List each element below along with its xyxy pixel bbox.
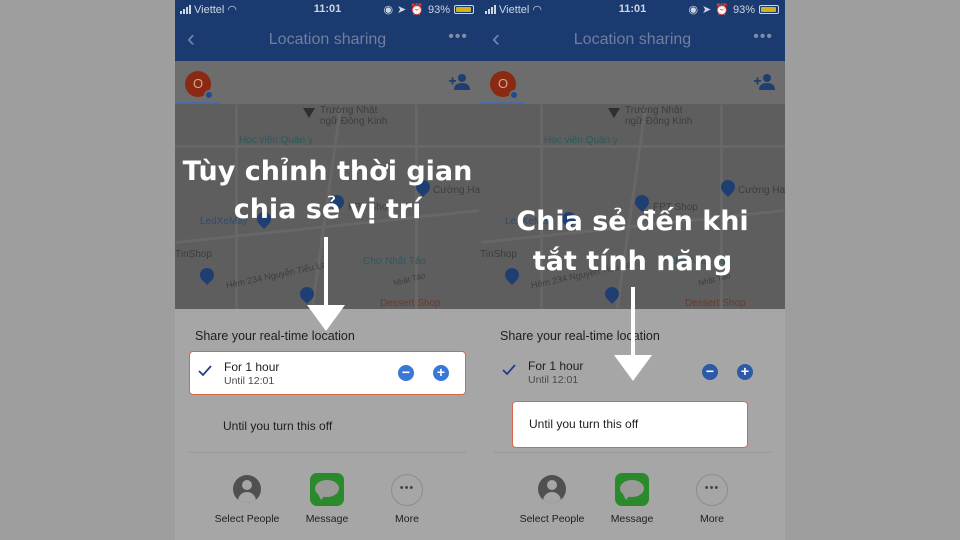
map-label: Cường Ha [738, 185, 785, 196]
rotation-lock-icon: ◉ [688, 4, 699, 16]
people-bar: O [480, 61, 785, 105]
map-label: Dessert Shop [685, 298, 746, 309]
annotation-line-2: tắt tính năng [532, 246, 733, 277]
option-until-turned-off[interactable]: Until you turn this off [512, 401, 748, 448]
location-arrow-icon: ➤ [397, 4, 407, 16]
message-icon [615, 473, 649, 506]
option-label: For 1 hour [528, 359, 584, 373]
alarm-icon: ⏰ [410, 4, 424, 16]
phone-screen-left: Viettel ◠ 11:01 ◉ ➤ ⏰ 93% ‹ Location sha… [175, 0, 480, 540]
share-actions: Select People Message ••• More [480, 471, 785, 531]
avatar[interactable]: O [185, 71, 214, 100]
page-title: Location sharing [573, 31, 692, 48]
status-right: ◉ ➤ ⏰ 93% [688, 3, 779, 16]
map-road [480, 145, 785, 148]
option-label: Until you turn this off [223, 419, 333, 433]
status-bar: Viettel ◠ 11:01 ◉ ➤ ⏰ 93% [175, 0, 480, 18]
map-label: Trường Nhật [625, 105, 683, 116]
minus-circle-icon[interactable]: − [702, 364, 718, 380]
status-right: ◉ ➤ ⏰ 93% [383, 3, 474, 16]
rotation-lock-icon: ◉ [383, 4, 394, 16]
map-road [175, 145, 480, 148]
map-label: Học viện Quân y [544, 135, 618, 146]
action-label: Message [305, 513, 349, 525]
battery-icon [454, 5, 474, 14]
status-bar: Viettel ◠ 11:01 ◉ ➤ ⏰ 93% [480, 0, 785, 18]
plus-circle-icon[interactable]: + [433, 365, 449, 381]
annotation-line-2: chia sẻ vị trí [233, 194, 422, 225]
page-title: Location sharing [268, 31, 387, 48]
divider [494, 452, 771, 453]
map-label: Nhật Tảo [392, 271, 427, 288]
map-label: Hẻm 234 Nguyễn Tiểu La [225, 259, 328, 291]
avatar-initial: O [497, 76, 509, 91]
action-label: More [700, 513, 724, 525]
checkmark-icon [502, 364, 516, 376]
minus-circle-icon[interactable]: − [398, 365, 414, 381]
location-arrow-icon: ➤ [702, 4, 712, 16]
map-label: Dessert Shop [380, 298, 441, 309]
action-label: Select People [519, 513, 585, 525]
map-label: Học viện Quân y [239, 135, 313, 146]
battery-percent: 93% [427, 3, 450, 16]
alarm-icon: ⏰ [715, 4, 729, 16]
divider [189, 452, 466, 453]
selected-tab-indicator [175, 102, 220, 104]
more-horizontal-icon[interactable]: ••• [448, 28, 468, 46]
option-label: Until you turn this off [529, 417, 639, 431]
app-bar: ‹ Location sharing ••• [175, 18, 480, 61]
option-sublabel: Until 12:01 [224, 375, 275, 387]
person-add-icon[interactable] [448, 73, 470, 91]
shop-pin-icon [197, 265, 217, 285]
share-sheet: Share your real-time location For 1 hour… [175, 309, 480, 540]
status-dot [204, 90, 214, 100]
battery-icon [759, 5, 779, 14]
checkmark-icon [198, 365, 212, 377]
avatar[interactable]: O [490, 71, 519, 100]
option-for-1-hour[interactable]: For 1 hour Until 12:01 − + [189, 351, 466, 395]
message-icon [310, 473, 344, 506]
more-icon: ••• [696, 474, 728, 506]
people-bar: O [175, 61, 480, 105]
app-bar: ‹ Location sharing ••• [480, 18, 785, 61]
more-icon: ••• [391, 474, 423, 506]
battery-percent: 93% [732, 3, 755, 16]
sheet-title: Share your real-time location [500, 329, 660, 343]
map-label: ngữ Đông Kinh [320, 116, 388, 127]
person-icon [233, 475, 261, 503]
sheet-title: Share your real-time location [195, 329, 355, 343]
plus-circle-icon[interactable]: + [737, 364, 753, 380]
action-label: More [395, 513, 419, 525]
map-label: TinShop [175, 249, 212, 260]
avatar-initial: O [192, 76, 204, 91]
share-actions: Select People Message ••• More [175, 471, 480, 531]
option-sublabel: Until 12:01 [528, 374, 579, 386]
option-label: For 1 hour [224, 360, 280, 374]
status-dot [509, 90, 519, 100]
action-label: Select People [214, 513, 280, 525]
map-marker-icon [303, 108, 315, 118]
action-label: Message [610, 513, 654, 525]
option-until-turned-off[interactable]: Until you turn this off [189, 404, 466, 448]
more-horizontal-icon[interactable]: ••• [753, 28, 773, 46]
person-add-icon[interactable] [753, 73, 775, 91]
down-arrow-icon [307, 237, 345, 331]
map-marker-icon [608, 108, 620, 118]
selected-tab-indicator [480, 102, 525, 104]
annotation-line-1: Chia sẻ đến khi [516, 206, 749, 237]
map-label: Chợ Nhật Tảo [363, 256, 427, 267]
person-icon [538, 475, 566, 503]
down-arrow-icon [614, 287, 652, 381]
map-label: ngữ Đông Kinh [625, 116, 693, 127]
annotation-line-1: Tùy chỉnh thời gian [182, 156, 473, 187]
phone-screen-right: Viettel ◠ 11:01 ◉ ➤ ⏰ 93% ‹ Location sha… [480, 0, 785, 540]
map-label: Trường Nhật [320, 105, 378, 116]
